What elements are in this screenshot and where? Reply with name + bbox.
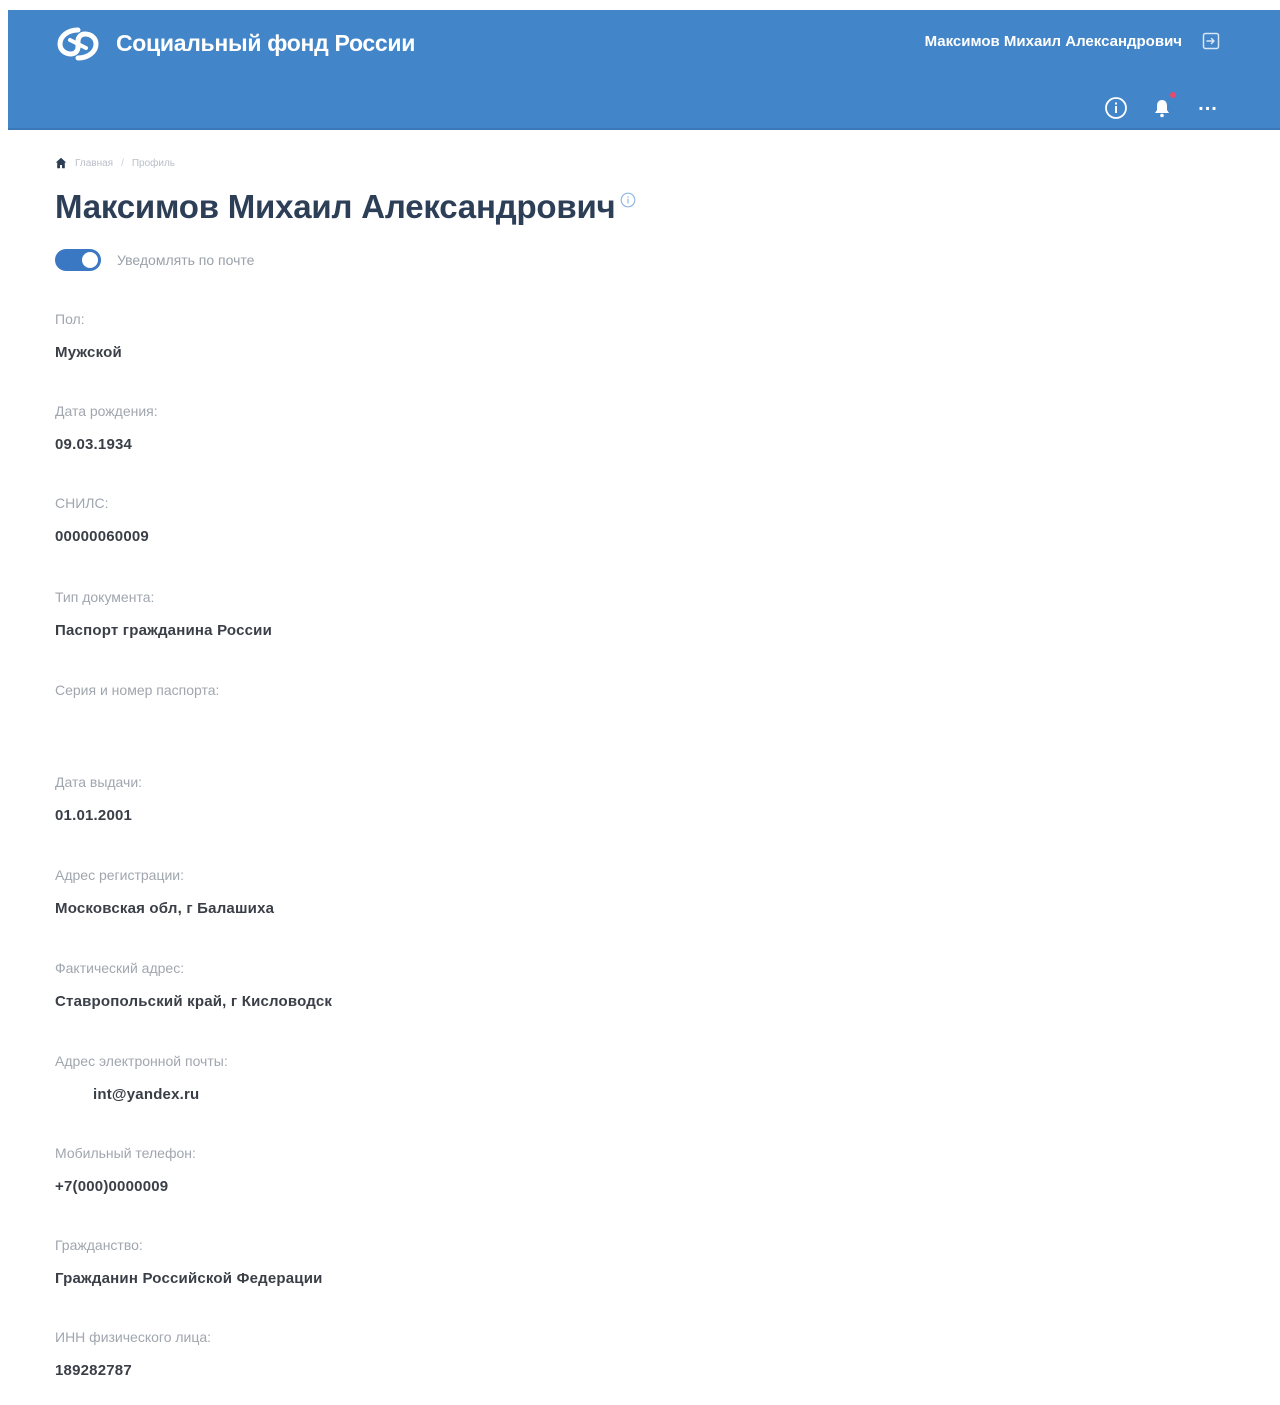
logout-icon[interactable] (1202, 32, 1220, 50)
notifications-button[interactable] (1150, 92, 1176, 120)
info-button[interactable] (1104, 96, 1128, 120)
field-label: Гражданство: (55, 1237, 143, 1253)
field-value: 00000060009 (55, 528, 149, 545)
field-gender: Пол: Мужской (55, 310, 755, 362)
field-label: Серия и номер паспорта: (55, 682, 220, 698)
field-value: +7(000)0000009 (55, 1178, 169, 1195)
info-icon (1105, 97, 1127, 119)
header-user-name[interactable]: Максимов Михаил Александрович (925, 33, 1182, 50)
title-info-icon[interactable] (620, 192, 636, 208)
field-value: int@yandex.ru (93, 1086, 200, 1103)
field-value: 01.01.2001 (55, 807, 133, 824)
more-button[interactable]: ... (1196, 93, 1220, 120)
notify-email-toggle[interactable] (55, 249, 101, 271)
field-label: ИНН физического лица: (55, 1329, 212, 1345)
home-icon[interactable] (55, 157, 67, 169)
notification-dot (1170, 92, 1176, 98)
notify-email-label: Уведомлять по почте (117, 252, 255, 268)
field-value: Гражданин Российской Федерации (55, 1270, 323, 1287)
field-value: Мужской (55, 344, 122, 361)
page-title: Максимов Михаил Александрович (55, 188, 616, 225)
field-mobile-phone: Мобильный телефон: +7(000)0000009 (55, 1144, 755, 1196)
bell-icon (1155, 100, 1169, 118)
more-icon: ... (1198, 93, 1218, 115)
breadcrumb-separator: / (121, 157, 124, 169)
toggle-knob (82, 252, 98, 268)
sfr-logo[interactable] (56, 26, 100, 62)
field-document-type: Тип документа: Паспорт гражданина России (55, 588, 755, 640)
field-passport-number: Серия и номер паспорта: (55, 681, 755, 733)
field-birth-date: Дата рождения: 09.03.1934 (55, 402, 755, 454)
field-value: 189282787 (55, 1362, 132, 1379)
field-value: Московская обл, г Балашиха (55, 900, 275, 917)
field-label: Адрес электронной почты: (55, 1053, 228, 1069)
field-label: Мобильный телефон: (55, 1145, 196, 1161)
field-value: Паспорт гражданина России (55, 622, 272, 639)
field-value: 09.03.1934 (55, 436, 133, 453)
field-value (55, 715, 755, 733)
field-registration-address: Адрес регистрации: Московская обл, г Бал… (55, 866, 755, 918)
field-issue-date: Дата выдачи: 01.01.2001 (55, 773, 755, 825)
breadcrumb-current: Профиль (131, 157, 176, 169)
field-label: Фактический адрес: (55, 960, 185, 976)
field-inn: ИНН физического лица: 189282787 (55, 1328, 755, 1380)
notify-email-row: Уведомлять по почте (55, 249, 254, 271)
header-icon-bar: ... (1104, 92, 1220, 120)
field-actual-address: Фактический адрес: Ставропольский край, … (55, 959, 755, 1011)
brand-name[interactable]: Социальный фонд России (116, 30, 415, 57)
field-label: СНИЛС: (55, 495, 109, 511)
top-header: Социальный фонд России Максимов Михаил А… (8, 10, 1280, 130)
profile-page: Социальный фонд России Максимов Михаил А… (0, 0, 1280, 1405)
breadcrumb-home[interactable]: Главная (75, 158, 113, 169)
breadcrumb: Главная / Профиль (55, 157, 175, 169)
field-label: Пол: (55, 311, 85, 327)
field-label: Тип документа: (55, 589, 155, 605)
field-label: Адрес регистрации: (55, 867, 185, 883)
field-value: Ставропольский край, г Кисловодск (55, 993, 333, 1010)
title-row: Максимов Михаил Александрович (55, 188, 636, 226)
field-label: Дата рождения: (55, 403, 158, 419)
field-citizenship: Гражданство: Гражданин Российской Федера… (55, 1236, 755, 1288)
field-snils: СНИЛС: 00000060009 (55, 494, 755, 546)
field-email: Адрес электронной почты: int@yandex.ru (55, 1052, 755, 1104)
field-label: Дата выдачи: (55, 774, 143, 790)
